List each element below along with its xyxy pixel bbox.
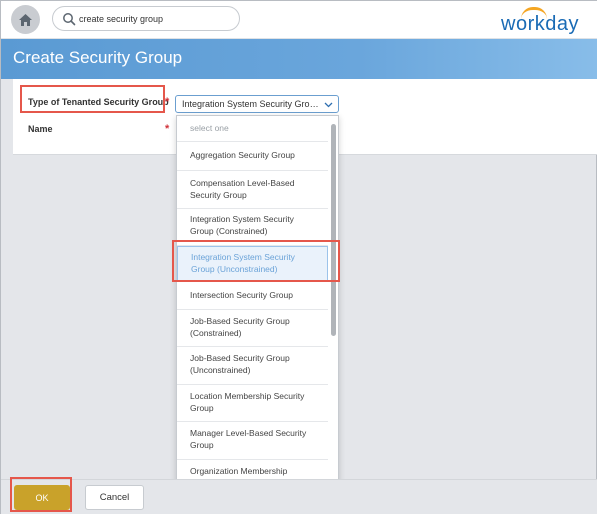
dropdown-option[interactable]: Job-Based Security Group (Constrained) [177,310,328,347]
dropdown-option[interactable]: Job-Based Security Group (Unconstrained) [177,347,328,385]
dropdown-option[interactable]: Compensation Level-Based Security Group [177,171,328,209]
home-icon [19,13,32,26]
search-input[interactable] [79,10,234,28]
type-select-value: Integration System Security Grou... [182,99,320,109]
type-field-label: Type of Tenanted Security Group [28,97,169,107]
dropdown-option[interactable]: Location Membership Security Group [177,385,328,422]
dropdown-option[interactable]: Intersection Security Group [177,282,328,310]
ok-button[interactable]: OK [14,485,70,510]
page-title: Create Security Group [13,48,183,67]
home-button[interactable] [11,5,40,34]
dropdown-option-selected[interactable]: Integration System Security Group (Uncon… [177,246,328,282]
name-required-marker: * [165,123,170,135]
dropdown-option[interactable]: Aggregation Security Group [177,142,328,171]
dropdown-scroll-thumb[interactable] [331,124,336,336]
top-bar: workday [1,1,597,39]
page-header: Create Security Group [1,39,597,79]
search-bar[interactable] [52,6,240,31]
dropdown-option[interactable]: Manager Level-Based Security Group [177,422,328,460]
chevron-down-icon [324,102,333,108]
cancel-button[interactable]: Cancel [85,485,144,510]
name-field-label: Name [28,124,53,134]
workday-logo: workday [501,7,581,35]
search-icon [63,13,76,26]
type-dropdown-list[interactable]: select one Aggregation Security Group Co… [176,115,339,489]
dropdown-option[interactable]: Integration System Security Group (Const… [177,209,328,246]
type-select[interactable]: Integration System Security Grou... [175,95,339,113]
dropdown-option[interactable]: select one [177,116,328,142]
window-frame: workday Create Security Group Type of Te… [0,0,597,514]
logo-text: workday [501,13,579,35]
type-required-marker: * [165,96,170,108]
